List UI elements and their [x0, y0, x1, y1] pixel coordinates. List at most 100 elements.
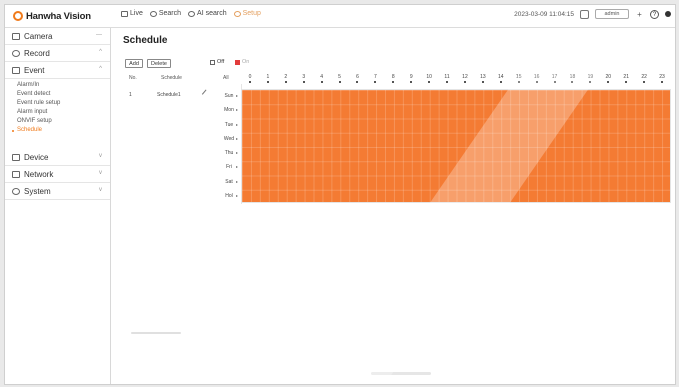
hour-tick — [517, 81, 520, 83]
hour-label[interactable]: 0 — [244, 74, 256, 80]
hour-label[interactable]: 6 — [351, 74, 363, 80]
hour-label[interactable]: 17 — [549, 74, 561, 80]
power-icon[interactable] — [665, 11, 671, 17]
ai-search-icon — [188, 10, 196, 17]
help-icon[interactable]: ? — [650, 9, 659, 19]
sidebar-section-camera[interactable]: Camera — — [5, 28, 110, 45]
sidebar-item-alarm-input[interactable]: Alarm input — [17, 109, 47, 115]
hour-label[interactable]: 18 — [566, 74, 578, 80]
sidebar-item-schedule[interactable]: Schedule — [11, 127, 42, 133]
day-select-icon[interactable]: ▸ — [236, 164, 238, 169]
day-select-icon[interactable]: ▸ — [236, 122, 238, 127]
hour-label[interactable]: 14 — [495, 74, 507, 80]
maximize-icon[interactable]: + — [635, 10, 644, 19]
hour-tick — [446, 81, 449, 83]
sidebar-section-device[interactable]: Device v — [5, 149, 110, 166]
nav-ai-search-label: AI search — [197, 10, 227, 17]
sidebar-section-label: Network — [24, 169, 54, 179]
hour-label[interactable]: 5 — [334, 74, 346, 80]
nav-ai-search[interactable]: AI search — [188, 10, 227, 17]
hour-tick — [481, 81, 484, 83]
delete-button[interactable]: Delete — [147, 59, 171, 68]
row-number: 1 — [129, 92, 132, 98]
day-column — [215, 84, 242, 204]
hour-tick — [535, 81, 538, 83]
hour-label[interactable]: 20 — [602, 74, 614, 80]
nav-search[interactable]: Search — [149, 10, 181, 17]
day-label[interactable]: Hol — [221, 193, 237, 199]
sidebar-item-event-detect[interactable]: Event detect — [17, 91, 50, 97]
horizontal-scrollbar[interactable] — [131, 332, 181, 334]
sidebar-section-label: Camera — [24, 31, 53, 41]
hour-label[interactable]: 15 — [513, 74, 525, 80]
on-swatch-icon — [235, 59, 240, 65]
legend-off: Off — [210, 59, 224, 65]
nav-setup-label: Setup — [242, 10, 261, 17]
edit-icon[interactable] — [201, 89, 212, 99]
nav-setup[interactable]: Setup — [233, 10, 261, 17]
sidebar-section-label: Event — [24, 65, 45, 75]
bottom-handle[interactable] — [371, 372, 431, 375]
sidebar-section-event[interactable]: Event ^ — [5, 62, 110, 79]
chevron-up-icon: ^ — [99, 66, 102, 72]
day-label[interactable]: Fri — [221, 164, 237, 170]
hour-tick — [661, 81, 664, 83]
hour-label[interactable]: 8 — [387, 74, 399, 80]
sidebar-section-record[interactable]: Record ^ — [5, 45, 110, 62]
camera-icon — [12, 32, 20, 40]
nav-live[interactable]: Live — [121, 10, 143, 17]
hour-label[interactable]: 22 — [638, 74, 650, 80]
hour-label[interactable]: 21 — [620, 74, 632, 80]
sidebar-section-label: Device — [24, 152, 49, 162]
day-select-icon[interactable]: ▸ — [236, 150, 238, 155]
day-select-icon[interactable]: ▸ — [236, 179, 238, 184]
hour-label[interactable]: 3 — [298, 74, 310, 80]
column-header-all[interactable]: All — [223, 75, 229, 81]
hour-tick — [320, 81, 323, 83]
sidebar-item-event-rule-setup[interactable]: Event rule setup — [17, 100, 60, 106]
day-label[interactable]: Mon — [221, 107, 237, 113]
hour-label[interactable]: 9 — [405, 74, 417, 80]
day-select-icon[interactable]: ▸ — [236, 93, 238, 98]
day-label[interactable]: Sat — [221, 179, 237, 185]
hour-tick — [356, 81, 359, 83]
logo: Hanwha Vision — [13, 9, 91, 23]
hour-label[interactable]: 13 — [477, 74, 489, 80]
day-label[interactable]: Tue — [221, 122, 237, 128]
add-button[interactable]: Add — [125, 59, 143, 68]
hour-label[interactable]: 7 — [369, 74, 381, 80]
day-select-icon[interactable]: ▸ — [236, 193, 238, 198]
hour-label[interactable]: 11 — [441, 74, 453, 80]
user-icon[interactable] — [580, 9, 589, 19]
hour-label[interactable]: 1 — [262, 74, 274, 80]
legend-on: On — [235, 59, 249, 65]
day-label[interactable]: Thu — [221, 150, 237, 156]
hour-label[interactable]: 10 — [423, 74, 435, 80]
day-select-icon[interactable]: ▸ — [236, 107, 238, 112]
day-label[interactable]: Wed — [221, 136, 237, 142]
column-header-schedule: Schedule — [161, 75, 182, 81]
day-select-icon[interactable]: ▸ — [236, 136, 238, 141]
hour-label[interactable]: 12 — [459, 74, 471, 80]
hour-tick — [338, 81, 341, 83]
sidebar-section-label: Record — [24, 48, 50, 58]
sidebar-section-network[interactable]: Network v — [5, 166, 110, 183]
datetime-readout: 2023-03-09 11:04:15 — [514, 10, 574, 18]
sidebar-section-system[interactable]: System v — [5, 183, 110, 200]
search-icon — [149, 10, 157, 17]
hour-tick — [499, 81, 502, 83]
sidebar-item-alarm-in[interactable]: Alarm/In — [17, 82, 39, 88]
hour-label[interactable]: 19 — [584, 74, 596, 80]
sidebar-item-onvif-setup[interactable]: ONVIF setup — [17, 118, 52, 124]
hour-tick — [302, 81, 305, 83]
hour-label[interactable]: 4 — [316, 74, 328, 80]
hour-label[interactable]: 23 — [656, 74, 668, 80]
user-dropdown[interactable]: admin — [595, 9, 629, 19]
top-bar: Hanwha Vision Live Search AI search Setu… — [5, 5, 675, 28]
day-label[interactable]: Sun — [221, 93, 237, 99]
hour-label[interactable]: 16 — [531, 74, 543, 80]
row-schedule-name[interactable]: Schedule1 — [157, 92, 181, 98]
app-window: Hanwha Vision Live Search AI search Setu… — [4, 4, 676, 385]
hour-label[interactable]: 2 — [280, 74, 292, 80]
schedule-grid[interactable] — [241, 89, 671, 203]
